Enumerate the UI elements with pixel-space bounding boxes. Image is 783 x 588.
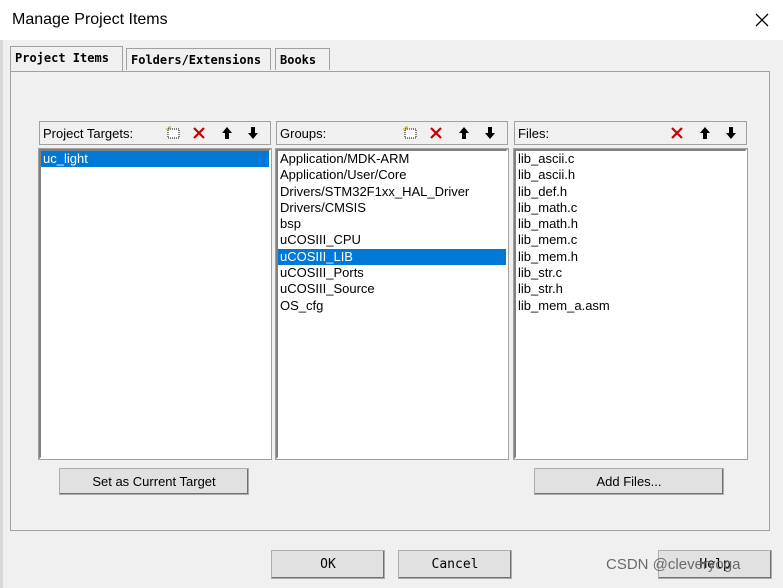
group-list-item[interactable]: Drivers/STM32F1xx_HAL_Driver <box>278 184 506 200</box>
files-list[interactable]: lib_ascii.c lib_ascii.h lib_def.h lib_math.… <box>513 148 748 460</box>
file-list-item[interactable]: lib_str.c <box>516 265 745 281</box>
file-list-item[interactable]: lib_mem_a.asm <box>516 298 745 314</box>
new-target-button[interactable] <box>162 123 184 143</box>
group-list-item[interactable]: uCOSIII_Ports <box>278 265 506 281</box>
arrow-down-icon <box>726 127 736 139</box>
close-button[interactable] <box>740 0 783 40</box>
group-list-item[interactable]: bsp <box>278 216 506 232</box>
target-list-item[interactable]: uc_light <box>41 151 269 168</box>
file-list-item[interactable]: lib_math.c <box>516 200 745 216</box>
move-target-down-button[interactable] <box>242 123 264 143</box>
tab-label: Books <box>280 53 317 67</box>
arrow-up-icon <box>459 127 469 139</box>
tab-label: Project Items <box>15 51 109 65</box>
group-list-item[interactable]: uCOSIII_CPU <box>278 232 506 248</box>
watermark: CSDN @cleveryoga <box>606 556 741 573</box>
button-label: Cancel <box>431 557 479 572</box>
file-list-item[interactable]: lib_def.h <box>516 184 745 200</box>
button-label: Set as Current Target <box>92 474 216 489</box>
ok-button[interactable]: OK <box>271 550 385 579</box>
delete-icon <box>193 127 205 139</box>
groups-header: Groups: <box>276 121 508 145</box>
file-list-item[interactable]: lib_mem.c <box>516 232 745 248</box>
arrow-down-icon <box>248 127 258 139</box>
cancel-button[interactable]: Cancel <box>398 550 512 579</box>
files-header: Files: <box>514 121 747 145</box>
new-item-icon <box>403 126 417 139</box>
tab-folders-extensions[interactable]: Folders/Extensions <box>126 48 271 70</box>
targets-header: Project Targets: <box>39 121 271 145</box>
tab-books[interactable]: Books <box>275 48 330 70</box>
file-list-item[interactable]: lib_ascii.h <box>516 167 745 183</box>
button-label: Add Files... <box>596 474 662 489</box>
arrow-down-icon <box>485 127 495 139</box>
arrow-up-icon <box>700 127 710 139</box>
delete-icon <box>430 127 442 139</box>
new-group-button[interactable] <box>399 123 421 143</box>
file-list-item[interactable]: lib_ascii.c <box>516 151 745 167</box>
new-item-icon <box>166 126 180 139</box>
delete-group-button[interactable] <box>425 123 447 143</box>
set-current-target-button[interactable]: Set as Current Target <box>59 468 249 495</box>
project-items-panel: Project Targets: uc_light Groups: Applic… <box>10 71 770 531</box>
window-edge <box>0 40 3 588</box>
group-list-item[interactable]: Application/MDK-ARM <box>278 151 506 167</box>
groups-list[interactable]: Application/MDK-ARM Application/User/Core… <box>275 148 509 460</box>
delete-file-button[interactable] <box>666 123 688 143</box>
add-files-button[interactable]: Add Files... <box>534 468 724 495</box>
move-group-down-button[interactable] <box>479 123 501 143</box>
groups-label: Groups: <box>280 126 327 141</box>
title-bar: Manage Project Items <box>0 0 783 40</box>
button-label: OK <box>320 557 336 572</box>
tab-project-items[interactable]: Project Items <box>10 46 123 71</box>
delete-target-button[interactable] <box>188 123 210 143</box>
targets-label: Project Targets: <box>43 126 134 141</box>
file-list-item[interactable]: lib_str.h <box>516 281 745 297</box>
group-list-item[interactable]: Drivers/CMSIS <box>278 200 506 216</box>
file-list-item[interactable]: lib_mem.h <box>516 249 745 265</box>
tab-label: Folders/Extensions <box>131 53 262 67</box>
group-list-item[interactable]: Application/User/Core <box>278 167 506 183</box>
delete-icon <box>671 127 683 139</box>
window-title: Manage Project Items <box>12 11 168 28</box>
close-icon <box>755 13 768 27</box>
move-file-down-button[interactable] <box>720 123 742 143</box>
group-list-item[interactable]: uCOSIII_Source <box>278 281 506 297</box>
move-group-up-button[interactable] <box>453 123 475 143</box>
group-list-item[interactable]: OS_cfg <box>278 298 506 314</box>
targets-list[interactable]: uc_light <box>38 148 272 460</box>
arrow-up-icon <box>222 127 232 139</box>
file-list-item[interactable]: lib_math.h <box>516 216 745 232</box>
move-file-up-button[interactable] <box>694 123 716 143</box>
files-label: Files: <box>518 126 550 141</box>
group-list-item[interactable]: uCOSIII_LIB <box>278 248 506 266</box>
move-target-up-button[interactable] <box>216 123 238 143</box>
